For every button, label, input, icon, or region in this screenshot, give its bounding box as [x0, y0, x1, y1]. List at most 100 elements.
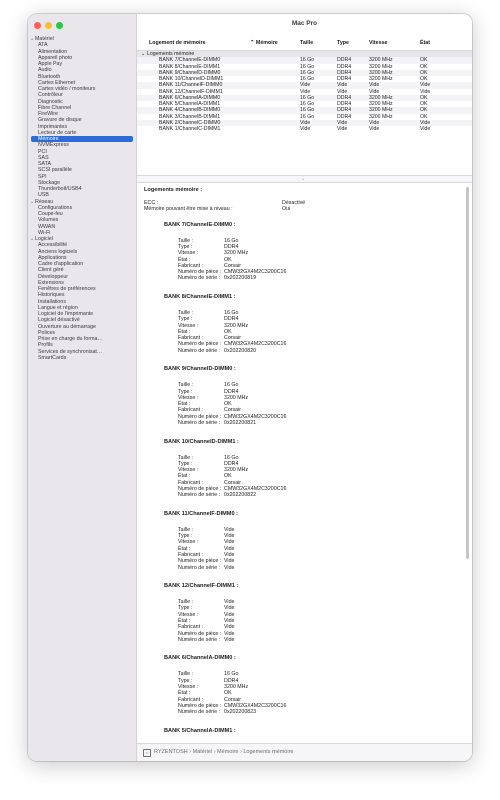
field-label: Fabricant : [178, 479, 204, 486]
close-window-button[interactable] [34, 22, 41, 29]
field-value: OK [224, 328, 232, 335]
field-value: Vide [224, 564, 235, 571]
field-label: Vitesse : [178, 322, 199, 329]
field-value: Vide [224, 545, 235, 552]
field-label: Fabricant : [178, 552, 204, 558]
table-header: Logement de mémoire ⌃ Mémoire Taille Type Vi… [137, 36, 472, 51]
field-label: Numéro de pièce : [178, 413, 222, 420]
zoom-window-button[interactable] [56, 22, 63, 29]
field-value: 0x202200822 [224, 492, 257, 499]
field-value: OK [224, 690, 232, 697]
field-label: État : [178, 401, 191, 408]
field-value: 16 Go [224, 671, 239, 678]
field-label: Type : [178, 533, 193, 540]
field-label: Type : [178, 243, 193, 250]
field-label: Taille : [178, 237, 194, 244]
detail-scrollbar[interactable] [466, 187, 469, 559]
field-value: 0x202200823 [224, 709, 257, 716]
column-header-vitesse[interactable]: Vitesse [369, 40, 387, 46]
field-value: DDR4 [224, 243, 239, 250]
field-value: Vide [224, 533, 235, 540]
field-value: CMW32GX4M2C3200C16 [224, 413, 287, 420]
sidebar-group-label: Réseau [35, 198, 54, 205]
field-value: CMW32GX4M2C3200C16 [224, 269, 287, 276]
field-value: OK [224, 473, 232, 480]
computer-icon: ▪ [143, 749, 151, 757]
summary-label: ECC : [144, 200, 159, 206]
bank-title: BANK 7/ChannelE-DIMM0 : [164, 221, 236, 228]
field-label: Numéro de série : [178, 564, 221, 571]
field-value: Vide [224, 611, 235, 618]
field-label: Taille : [178, 526, 194, 533]
field-label: Vitesse : [178, 539, 199, 546]
field-value: Vide [224, 539, 235, 546]
field-value: Vide [224, 526, 235, 533]
field-value: Vide [224, 624, 235, 631]
field-label: Numéro de série : [178, 420, 221, 426]
table-cell: Vide [300, 126, 311, 132]
table-row[interactable]: BANK 1/ChannelC-DIMM1 Vide Vide Vide Vide [137, 126, 472, 132]
table-cell: Vide [420, 126, 431, 132]
main-pane: Mac Pro Logement de mémoire ⌃ Mémoire Tail… [137, 14, 472, 761]
column-header-logement-de-memoire[interactable]: Logement de mémoire [149, 40, 206, 46]
field-value: 16 Go [224, 454, 239, 461]
field-value: CMW32GX4M2C3200C16 [224, 486, 287, 492]
field-label: Numéro de série : [178, 492, 221, 499]
table-cell: Vide [337, 126, 348, 132]
field-label: Vitesse : [178, 394, 199, 401]
split-divider[interactable]: ⌄ [137, 175, 472, 183]
field-label: Taille : [178, 309, 194, 316]
field-value: Vide [224, 618, 235, 624]
field-label: Numéro de pièce : [178, 702, 222, 709]
field-value: 0x202200821 [224, 420, 257, 426]
bank-title: BANK 8/ChannelE-DIMM1 : [164, 293, 236, 300]
sidebar: ⌄Matériel ATA Alimentation Appareil photo Ap… [28, 14, 137, 761]
field-value: 3200 MHz [224, 684, 249, 690]
field-label: Type : [178, 388, 193, 395]
bank-title: BANK 5/ChannelA-DIMM1 : [164, 727, 236, 734]
field-value: Corsair [224, 696, 242, 703]
column-header-memoire[interactable]: ⌃ Mémoire [250, 40, 278, 46]
minimize-window-button[interactable] [45, 22, 52, 29]
field-label: Numéro de série : [178, 636, 221, 643]
window-title: Mac Pro [291, 20, 318, 27]
column-header-etat[interactable]: État [420, 40, 430, 46]
field-value: 0x202200819 [224, 275, 257, 282]
field-label: Taille : [178, 599, 194, 606]
field-value: Corsair [224, 407, 242, 414]
sidebar-item-smartcards[interactable]: SmartCards [28, 355, 136, 361]
field-label: Fabricant : [178, 335, 204, 342]
field-label: Numéro de série : [178, 709, 221, 716]
field-label: Vitesse : [178, 611, 199, 618]
field-label: État : [178, 328, 191, 335]
field-value: Vide [224, 552, 235, 558]
field-value: Corsair [224, 262, 242, 269]
field-label: Numéro de pièce : [178, 630, 222, 637]
field-label: Numéro de pièce : [178, 558, 222, 565]
field-label: Numéro de pièce : [178, 486, 222, 492]
column-header-taille[interactable]: Taille [300, 40, 313, 46]
field-label: Numéro de série : [178, 275, 221, 282]
summary-value: Oui [282, 206, 291, 213]
field-label: État : [178, 690, 191, 697]
bank-title: BANK 10/ChannelD-DIMM1 : [164, 438, 239, 445]
field-label: Vitesse : [178, 250, 199, 257]
field-value: Vide [224, 636, 235, 643]
field-label: Type : [178, 460, 193, 467]
field-label: État : [178, 545, 191, 552]
field-value: DDR4 [224, 316, 239, 323]
field-label: État : [178, 256, 191, 263]
table-cell: BANK 1/ChannelC-DIMM1 [159, 126, 221, 132]
sidebar-group-label: Matériel [35, 36, 54, 42]
field-label: Numéro de pièce : [178, 341, 222, 348]
field-label: État : [178, 473, 191, 480]
field-value: 3200 MHz [224, 467, 249, 474]
field-value: DDR4 [224, 677, 239, 684]
field-value: 3200 MHz [224, 322, 249, 329]
field-label: Taille : [178, 382, 194, 389]
field-label: Type : [178, 677, 193, 684]
field-label: Numéro de pièce : [178, 269, 222, 276]
field-value: 16 Go [224, 237, 239, 244]
system-information-window: ⌄Matériel ATA Alimentation Appareil photo Ap… [28, 14, 472, 761]
column-header-type[interactable]: Type [337, 40, 349, 46]
